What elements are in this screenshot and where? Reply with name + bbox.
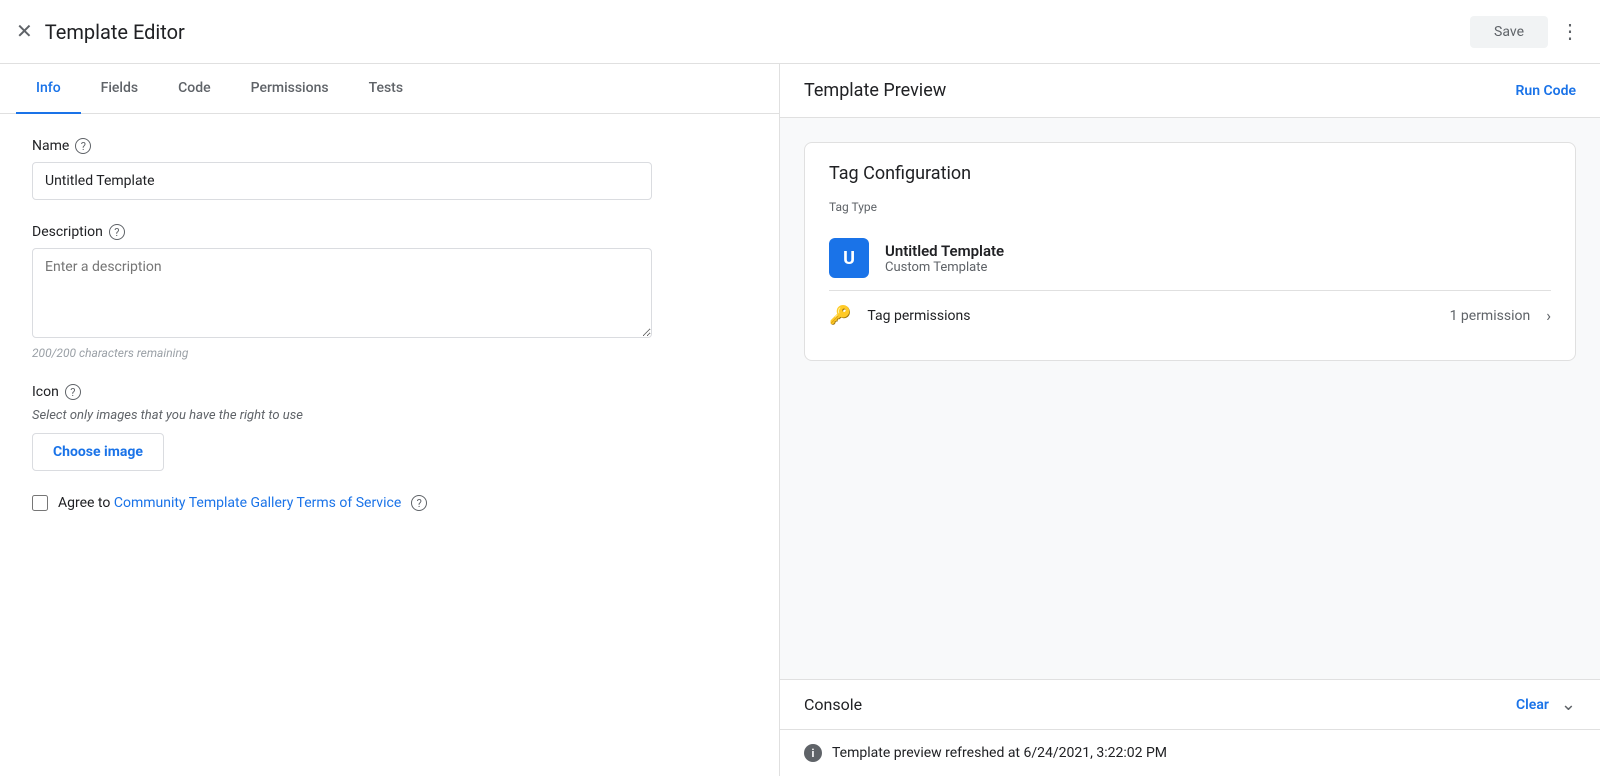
tag-type-label: Tag Type [829, 200, 1551, 214]
tab-tests[interactable]: Tests [349, 64, 423, 114]
tos-help-icon[interactable]: ? [411, 495, 427, 511]
tab-info[interactable]: Info [16, 64, 81, 114]
log-message: Template preview refreshed at 6/24/2021,… [832, 745, 1167, 761]
save-button[interactable]: Save [1470, 16, 1548, 48]
tab-fields[interactable]: Fields [81, 64, 158, 114]
char-count: 200/200 characters remaining [32, 346, 747, 360]
description-help-icon[interactable]: ? [109, 224, 125, 240]
description-label: Description ? [32, 224, 747, 240]
tos-checkbox[interactable] [32, 495, 48, 511]
header-right: Save ⋮ [1470, 16, 1584, 48]
console-log-row: i Template preview refreshed at 6/24/202… [780, 730, 1600, 776]
right-header: Template Preview Run Code [780, 64, 1600, 118]
info-icon: i [804, 744, 822, 762]
name-label: Name ? [32, 138, 747, 154]
tag-config-title: Tag Configuration [829, 163, 1551, 184]
tag-type-row[interactable]: U Untitled Template Custom Template [829, 226, 1551, 291]
tag-subtitle: Custom Template [885, 260, 1004, 275]
description-input[interactable] [32, 248, 652, 338]
main-layout: Info Fields Code Permissions Tests Name … [0, 64, 1600, 776]
tag-type-icon: U [829, 238, 869, 278]
tag-name: Untitled Template [885, 242, 1004, 260]
tos-row: Agree to Community Template Gallery Term… [32, 495, 747, 511]
preview-area: Tag Configuration Tag Type U Untitled Te… [780, 118, 1600, 679]
left-panel: Info Fields Code Permissions Tests Name … [0, 64, 780, 776]
tab-permissions[interactable]: Permissions [231, 64, 349, 114]
app-header: ✕ Template Editor Save ⋮ [0, 0, 1600, 64]
tos-link[interactable]: Community Template Gallery Terms of Serv… [114, 495, 401, 511]
key-icon: 🔑 [829, 305, 851, 326]
description-field-group: Description ? 200/200 characters remaini… [32, 224, 747, 360]
tos-text: Agree to Community Template Gallery Term… [58, 495, 401, 511]
tag-type-info: Untitled Template Custom Template [885, 242, 1004, 275]
icon-note: Select only images that you have the rig… [32, 408, 747, 423]
console-actions: Clear ⌄ [1516, 694, 1576, 715]
console-title: Console [804, 695, 862, 714]
tag-config-card: Tag Configuration Tag Type U Untitled Te… [804, 142, 1576, 361]
expand-console-button[interactable]: ⌄ [1561, 694, 1576, 715]
name-input[interactable] [32, 162, 652, 200]
clear-button[interactable]: Clear [1516, 697, 1549, 713]
close-icon: ✕ [16, 19, 33, 44]
header-left: ✕ Template Editor [16, 19, 185, 44]
name-help-icon[interactable]: ? [75, 138, 91, 154]
name-field-group: Name ? [32, 138, 747, 200]
choose-image-button[interactable]: Choose image [32, 433, 164, 471]
tab-code[interactable]: Code [158, 64, 230, 114]
console-section: Console Clear ⌄ i Template preview refre… [780, 679, 1600, 776]
form-content: Name ? Description ? 200/200 characters … [0, 114, 779, 776]
permissions-count: 1 permission [1450, 308, 1531, 324]
icon-field-group: Icon ? Select only images that you have … [32, 384, 747, 471]
preview-title: Template Preview [804, 80, 946, 101]
right-panel: Template Preview Run Code Tag Configurat… [780, 64, 1600, 776]
run-code-button[interactable]: Run Code [1516, 83, 1577, 99]
icon-label: Icon ? [32, 384, 747, 400]
icon-help-icon[interactable]: ? [65, 384, 81, 400]
more-options-button[interactable]: ⋮ [1556, 18, 1584, 46]
console-header: Console Clear ⌄ [780, 680, 1600, 730]
chevron-right-icon: › [1546, 306, 1551, 325]
tab-bar: Info Fields Code Permissions Tests [0, 64, 779, 114]
close-button[interactable]: ✕ [16, 19, 33, 44]
tag-permissions-row[interactable]: 🔑 Tag permissions 1 permission › [829, 291, 1551, 340]
page-title: Template Editor [45, 20, 185, 44]
permissions-label: Tag permissions [867, 308, 1433, 324]
